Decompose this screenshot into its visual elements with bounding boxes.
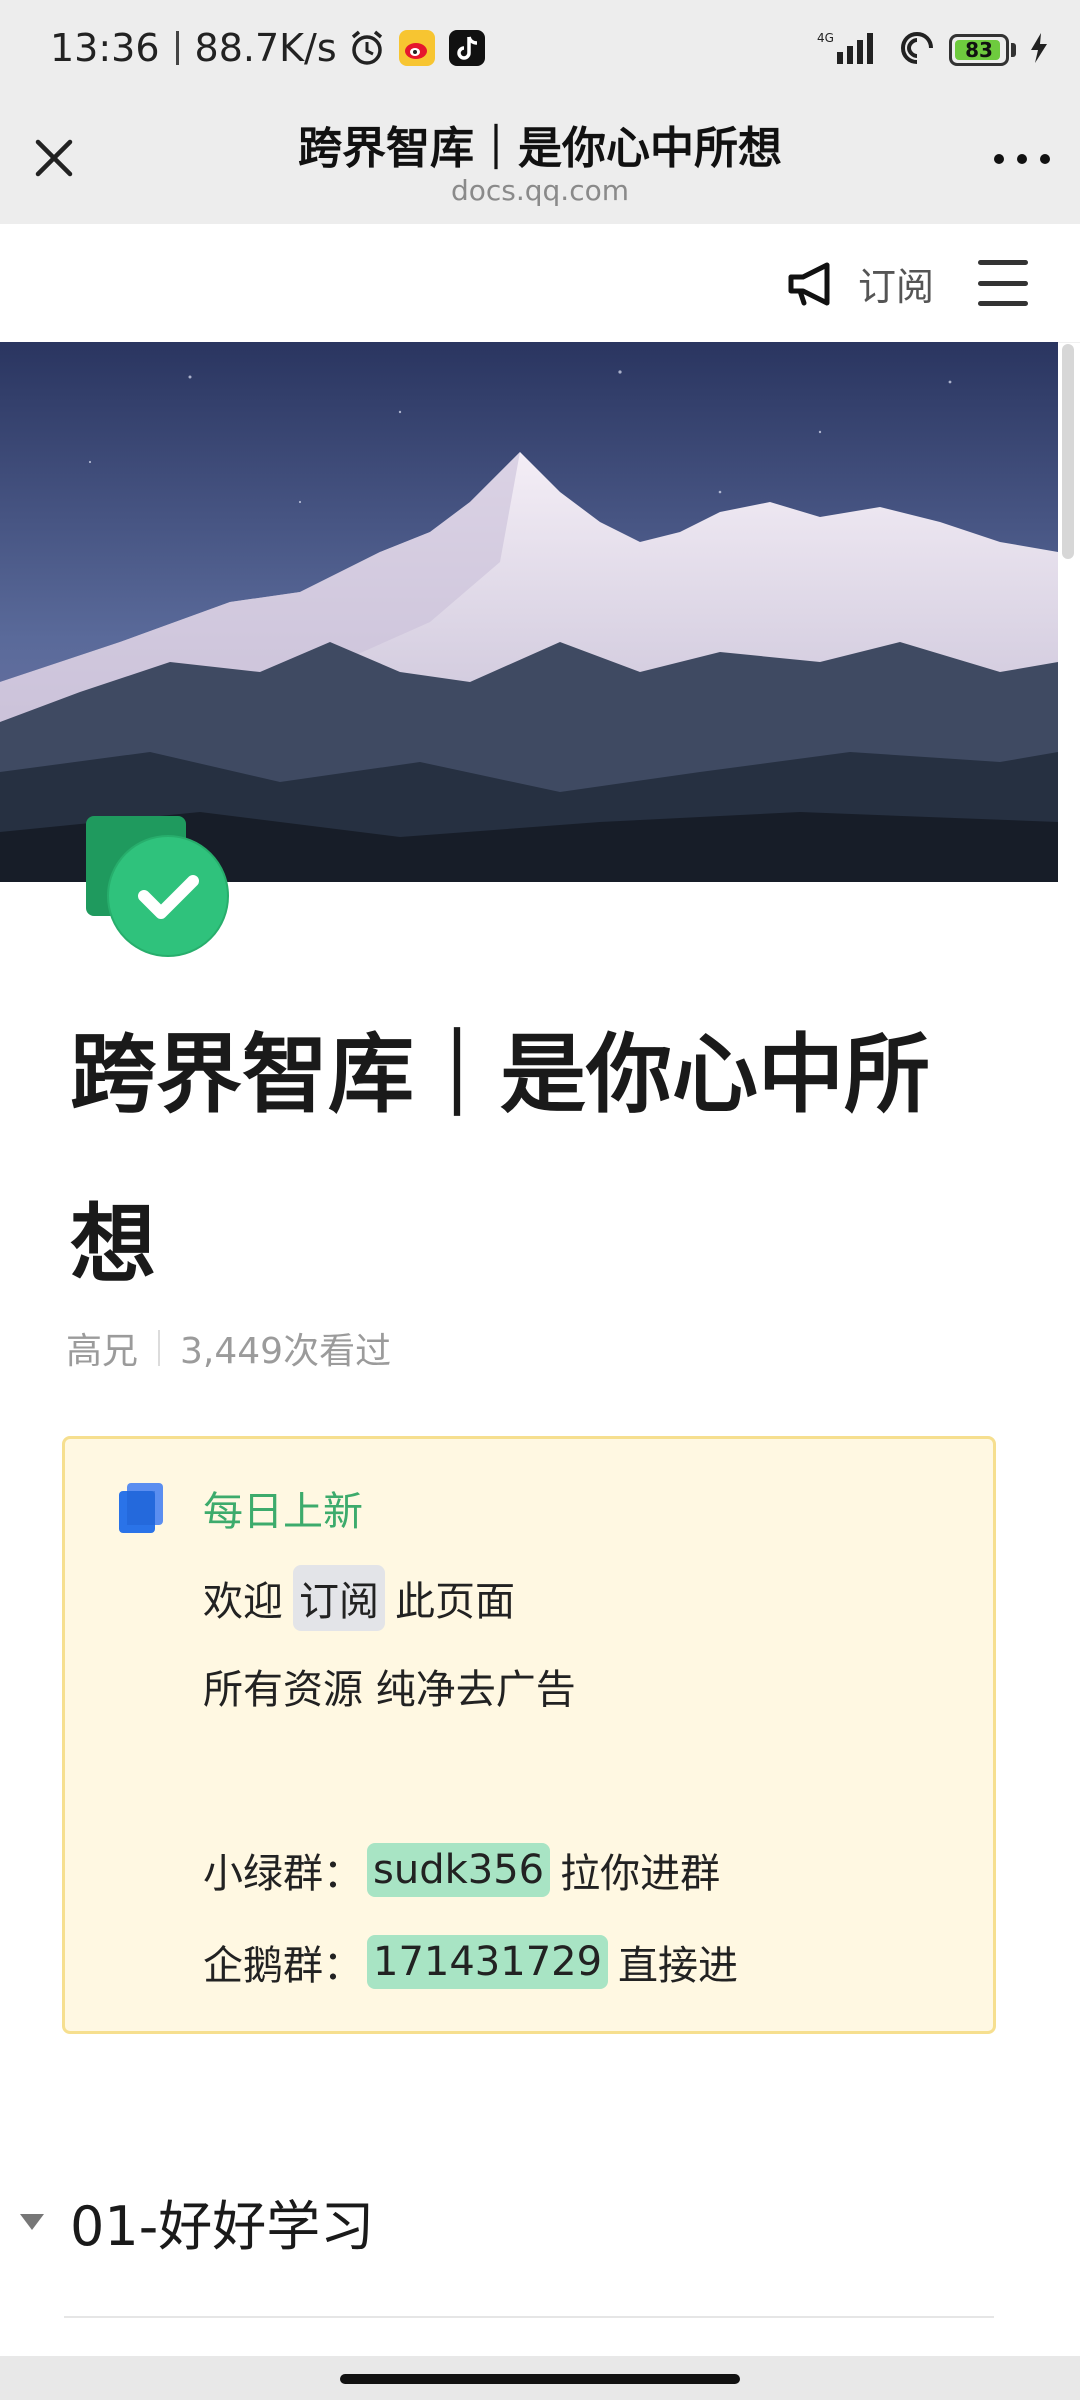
battery-tip — [1011, 43, 1016, 57]
battery-icon: 83 — [949, 34, 1016, 66]
signal-icon: 4G — [815, 30, 885, 70]
welcome-suffix: 此页面 — [395, 1579, 515, 1625]
more-dot — [1040, 154, 1050, 164]
subscribe-button[interactable]: 订阅 — [786, 256, 934, 311]
callout-line-welcome: 欢迎 订阅 此页面 — [203, 1565, 515, 1631]
svg-text:4G: 4G — [817, 31, 834, 45]
mountain-landscape-image — [0, 342, 1058, 882]
menu-button[interactable] — [978, 260, 1028, 306]
author-name[interactable]: 高兄 — [66, 1322, 138, 1374]
hotspot-icon — [897, 30, 937, 70]
qq-group-label: 企鹅群： — [203, 1943, 363, 1989]
webview-title: 跨界智库｜是你心中所想 — [298, 123, 782, 174]
doc-icon — [84, 814, 234, 964]
document-icon — [117, 1483, 165, 1535]
page-header: 订阅 — [0, 224, 1080, 343]
document-title: 跨界智库｜是你心中所想 — [70, 1025, 930, 1295]
view-count: 3,449次看过 — [180, 1331, 392, 1372]
menu-line — [978, 260, 1028, 265]
collapsible-section[interactable]: 01-好好学习 — [20, 2182, 374, 2261]
more-dot — [994, 154, 1004, 164]
more-options-button[interactable] — [994, 144, 1050, 174]
status-right: 4G 83 — [815, 30, 1050, 70]
battery-body: 83 — [949, 34, 1009, 66]
cover-image — [0, 342, 1058, 882]
callout-line-resources: 所有资源 纯净去广告 — [203, 1657, 576, 1715]
qq-group-id[interactable]: 171431729 — [367, 1935, 609, 1989]
status-divider — [175, 31, 179, 65]
wechat-id[interactable]: sudk356 — [367, 1843, 551, 1897]
weibo-icon — [397, 28, 437, 68]
caret-down-icon[interactable] — [20, 2213, 44, 2230]
meta-divider — [158, 1330, 161, 1366]
status-bar: 13:36 88.7K/s 4G 83 — [0, 0, 1080, 108]
battery-level: 83 — [965, 38, 993, 62]
callout-line-wechat-group: 小绿群： sudk356 拉你进群 — [203, 1841, 720, 1899]
checkmark-doc-icon — [86, 816, 229, 957]
alarm-icon — [347, 28, 387, 68]
webview-url: docs.qq.com — [450, 174, 630, 207]
megaphone-icon — [788, 262, 830, 305]
wechat-group-note: 拉你进群 — [560, 1851, 721, 1897]
callout-title: 每日上新 — [203, 1489, 363, 1535]
page-scrollbar[interactable] — [1062, 344, 1074, 559]
subscribe-highlight: 订阅 — [293, 1565, 385, 1631]
status-time: 13:36 — [50, 26, 160, 70]
wechat-group-label: 小绿群： — [203, 1851, 363, 1897]
qq-group-note: 直接进 — [618, 1943, 739, 1989]
welcome-text: 欢迎 — [203, 1579, 283, 1625]
menu-line — [978, 280, 1028, 286]
tiktok-icon — [447, 28, 487, 68]
network-speed: 88.7K/s — [194, 26, 337, 70]
charging-icon — [1028, 31, 1050, 69]
section-heading: 01-好好学习 — [70, 2195, 375, 2258]
section-divider — [64, 2316, 994, 2318]
callout-line-qq-group: 企鹅群： 171431729 直接进 — [203, 1933, 738, 1991]
webview-title-bar: 跨界智库｜是你心中所想 docs.qq.com — [0, 108, 1080, 224]
gesture-bar — [0, 2356, 1080, 2400]
menu-line — [978, 301, 1028, 306]
document-meta: 高兄 3,449次看过 — [66, 1322, 391, 1374]
status-left: 13:36 88.7K/s — [50, 26, 487, 70]
home-indicator[interactable] — [340, 2374, 740, 2384]
more-dot — [1017, 154, 1027, 164]
subscribe-label: 订阅 — [857, 265, 934, 309]
highlight-callout-block: 每日上新 欢迎 订阅 此页面 所有资源 纯净去广告 小绿群： sudk356 拉… — [62, 1436, 996, 2034]
resources-text: 所有资源 纯净去广告 — [203, 1667, 576, 1713]
